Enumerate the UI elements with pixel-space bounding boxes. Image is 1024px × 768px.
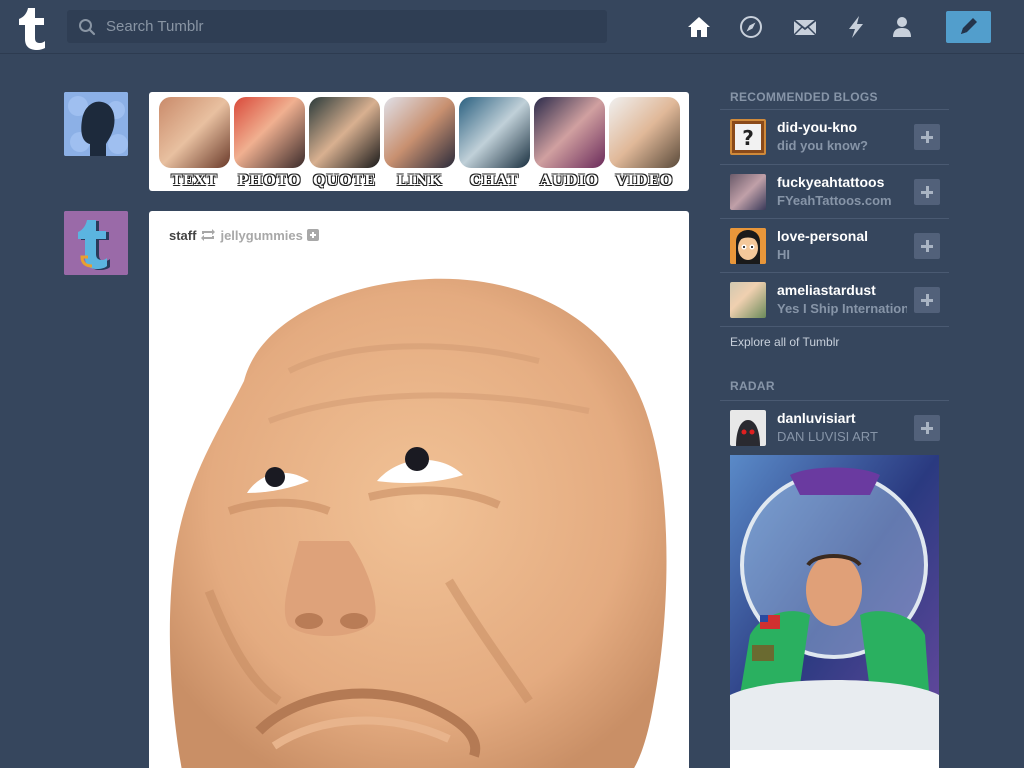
post-type-label: CHAT: [470, 173, 519, 189]
post-type-label: QUOTE: [313, 173, 376, 189]
astronaut-illustration: [730, 455, 939, 750]
post-header: staff jellygummies: [169, 227, 319, 243]
svg-text:?: ?: [742, 126, 754, 150]
post-type-video[interactable]: VIDEO: [609, 97, 680, 189]
radar-avatar[interactable]: [730, 410, 766, 446]
follow-plus-icon[interactable]: [306, 229, 319, 241]
home-icon[interactable]: [686, 14, 712, 40]
blog-name[interactable]: ameliastardust: [777, 282, 907, 298]
search-icon: [79, 19, 96, 36]
blog-subtitle: HI: [777, 247, 790, 262]
blog-avatar[interactable]: ?: [730, 119, 766, 155]
blog-name[interactable]: did-you-kno: [777, 119, 907, 135]
user-avatar[interactable]: [64, 92, 128, 156]
radar-title: RADAR: [730, 379, 775, 393]
radar-post-footer: [730, 750, 939, 768]
compose-button[interactable]: [946, 11, 991, 43]
blog-name[interactable]: fuckyeahtattoos: [777, 174, 907, 190]
reblog-icon: [201, 229, 216, 241]
recommended-blog-row[interactable]: love-personal HI: [720, 218, 949, 272]
link-thumbnail: [384, 97, 455, 168]
question-mark-icon: ?: [735, 124, 761, 150]
blog-avatar[interactable]: [730, 228, 766, 264]
reblogged-from-link[interactable]: jellygummies: [220, 228, 302, 243]
recommended-blog-row[interactable]: fuckyeahtattoos FYeahTattoos.com: [720, 164, 949, 218]
recommended-blog-row[interactable]: ? did-you-kno did you know?: [720, 110, 949, 164]
lightning-icon[interactable]: [843, 14, 869, 40]
post-image-face: [169, 278, 667, 768]
audio-thumbnail: [534, 97, 605, 168]
radar-post-image[interactable]: [730, 455, 939, 750]
search-input[interactable]: Search Tumblr: [67, 10, 607, 43]
video-thumbnail: [609, 97, 680, 168]
post-type-audio[interactable]: AUDIO: [534, 97, 605, 189]
post-type-bar: TEXT PHOTO QUOTE LINK CHAT AUDIO VIDEO: [149, 92, 689, 191]
blog-avatar[interactable]: [730, 282, 766, 318]
follow-button[interactable]: [914, 287, 940, 313]
radar-blog-row[interactable]: danluvisiart DAN LUVISI ART: [720, 401, 949, 455]
divider: [720, 326, 949, 327]
explore-link[interactable]: Explore all of Tumblr: [730, 335, 839, 349]
tumblr-logo[interactable]: [14, 6, 54, 50]
blog-subtitle: FYeahTattoos.com: [777, 193, 892, 208]
person-icon[interactable]: [889, 14, 915, 40]
default-avatar-silhouette: [64, 92, 128, 156]
follow-button[interactable]: [914, 124, 940, 150]
staff-avatar[interactable]: [64, 211, 128, 275]
follow-button[interactable]: [914, 233, 940, 259]
mail-icon[interactable]: [792, 14, 818, 40]
post-type-label: TEXT: [171, 173, 218, 189]
text-thumbnail: [159, 97, 230, 168]
post-type-text[interactable]: TEXT: [159, 97, 230, 189]
recommended-blog-row[interactable]: ameliastardust Yes I Ship International: [720, 272, 949, 326]
post-type-label: PHOTO: [237, 173, 302, 189]
follow-button[interactable]: [914, 415, 940, 441]
quote-thumbnail: [309, 97, 380, 168]
post-type-label: AUDIO: [540, 173, 599, 189]
post-author-link[interactable]: staff: [169, 228, 196, 243]
post-type-photo[interactable]: PHOTO: [234, 97, 305, 189]
blog-subtitle: Yes I Ship International: [777, 301, 907, 316]
post-type-link[interactable]: LINK: [384, 97, 455, 189]
post-type-label: LINK: [396, 173, 443, 189]
recommended-blogs-title: RECOMMENDED BLOGS: [730, 90, 878, 104]
pencil-icon: [961, 18, 977, 34]
follow-button[interactable]: [914, 179, 940, 205]
post-type-quote[interactable]: QUOTE: [309, 97, 380, 189]
search-placeholder: Search Tumblr: [106, 18, 204, 35]
tumblr-t-avatar: [64, 211, 128, 275]
top-bar: Search Tumblr: [0, 0, 1024, 54]
post-type-chat[interactable]: CHAT: [459, 97, 530, 189]
blog-name[interactable]: love-personal: [777, 228, 907, 244]
radar-blog-name[interactable]: danluvisiart: [777, 410, 907, 426]
compass-icon[interactable]: [738, 14, 764, 40]
radar-blog-subtitle: DAN LUVISI ART: [777, 429, 878, 444]
photo-thumbnail: [234, 97, 305, 168]
post-card: staff jellygummies: [149, 211, 689, 768]
cartoon-face-avatar: [730, 228, 766, 264]
blog-avatar[interactable]: [730, 174, 766, 210]
robot-avatar: [730, 410, 766, 446]
chat-thumbnail: [459, 97, 530, 168]
post-type-label: VIDEO: [615, 173, 674, 189]
blog-subtitle: did you know?: [777, 138, 868, 153]
